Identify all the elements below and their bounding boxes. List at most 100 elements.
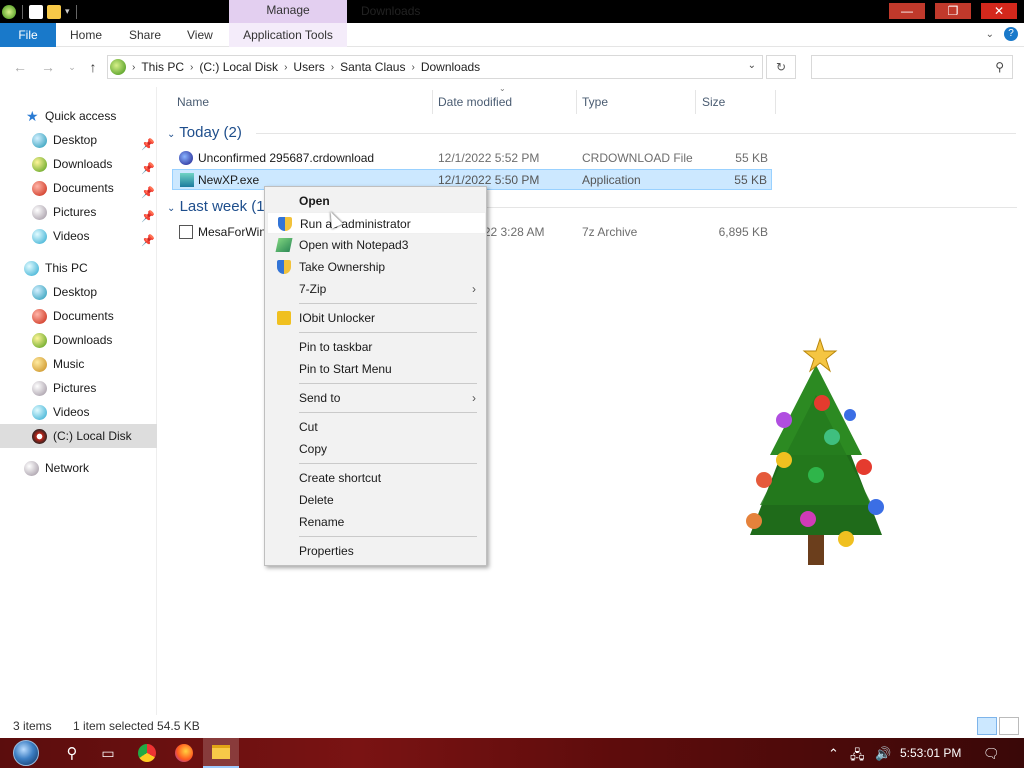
- firefox-taskbar-button[interactable]: [166, 738, 202, 768]
- nav-this-pc[interactable]: This PC: [0, 256, 157, 280]
- menu-item-run-as-administrator[interactable]: Run as administrator: [267, 212, 486, 234]
- menu-item-cut[interactable]: Cut: [267, 416, 486, 438]
- nav-label: Desktop: [53, 133, 98, 147]
- customize-qat-chevron-icon[interactable]: ▾: [65, 6, 70, 17]
- column-header-date[interactable]: Date modified: [438, 90, 512, 114]
- menu-item-rename[interactable]: Rename: [267, 511, 486, 533]
- menu-label: Run as administrator: [300, 217, 411, 231]
- close-button[interactable]: ✕: [981, 3, 1017, 19]
- menu-item-delete[interactable]: Delete: [267, 489, 486, 511]
- search-button[interactable]: ⚲: [54, 738, 90, 768]
- group-last-week[interactable]: ⌄ Last week (1): [167, 197, 270, 217]
- app-icon[interactable]: [2, 4, 16, 19]
- nav-quick-documents[interactable]: Documents 📌: [0, 176, 157, 200]
- nav-label: Videos: [53, 405, 90, 419]
- nav-label: Downloads: [53, 157, 113, 171]
- forward-arrow-icon[interactable]: →: [40, 59, 56, 75]
- menu-item-properties[interactable]: Properties: [267, 540, 486, 562]
- breadcrumb-downloads[interactable]: Downloads: [415, 60, 486, 74]
- nav-pc-music[interactable]: Music: [0, 352, 157, 376]
- group-label: Last week (1): [179, 198, 270, 215]
- large-icons-view-button[interactable]: [999, 717, 1019, 735]
- nav-pc-pictures[interactable]: Pictures: [0, 376, 157, 400]
- tab-home[interactable]: Home: [70, 23, 102, 47]
- minimize-button[interactable]: —: [889, 3, 925, 19]
- taskbar-clock[interactable]: 5:53:01 PM: [900, 738, 961, 768]
- documents-icon: [32, 181, 47, 196]
- windows-start-icon: [13, 740, 39, 766]
- address-dropdown-chevron-icon[interactable]: ⌄: [748, 60, 756, 71]
- refresh-icon: ↻: [775, 60, 787, 74]
- nav-quick-downloads[interactable]: Downloads 📌: [0, 152, 157, 176]
- address-bar[interactable]: › This PC › (C:) Local Disk › Users › Sa…: [107, 55, 763, 79]
- nav-pc-downloads[interactable]: Downloads: [0, 328, 157, 352]
- nav-quick-videos[interactable]: Videos 📌: [0, 224, 157, 248]
- properties-icon[interactable]: [29, 4, 43, 19]
- nav-pc-local-disk[interactable]: (C:) Local Disk: [0, 424, 157, 448]
- collapse-chevron-icon: ⌄: [167, 129, 176, 140]
- menu-item-pin-to-taskbar[interactable]: Pin to taskbar: [267, 336, 486, 358]
- column-header-size[interactable]: Size: [702, 90, 725, 114]
- christmas-tree-image: [746, 337, 884, 565]
- maximize-button[interactable]: ❐: [935, 3, 971, 19]
- column-header-type[interactable]: Type: [582, 90, 608, 114]
- recent-locations-chevron-icon[interactable]: ⌄: [64, 59, 80, 75]
- menu-item-take-ownership[interactable]: Take Ownership: [267, 256, 486, 278]
- manage-context-tab[interactable]: Manage: [229, 0, 347, 23]
- nav-quick-access[interactable]: ★ Quick access: [0, 104, 157, 128]
- network-tray-icon[interactable]: 🖧: [850, 746, 865, 768]
- tab-view[interactable]: View: [187, 23, 213, 47]
- help-icon[interactable]: ?: [1004, 27, 1018, 41]
- restore-icon: ❐: [947, 4, 959, 18]
- nav-quick-pictures[interactable]: Pictures 📌: [0, 200, 157, 224]
- tab-application-tools[interactable]: Application Tools: [229, 23, 347, 47]
- breadcrumb-santa-claus[interactable]: Santa Claus: [334, 60, 411, 74]
- tab-share[interactable]: Share: [129, 23, 161, 47]
- menu-item-pin-to-start[interactable]: Pin to Start Menu: [267, 358, 486, 380]
- file-explorer-taskbar-button[interactable]: [203, 738, 239, 768]
- details-view-button[interactable]: [977, 717, 997, 735]
- search-input[interactable]: ⚲: [811, 55, 1013, 79]
- menu-item-copy[interactable]: Copy: [267, 438, 486, 460]
- back-arrow-icon[interactable]: ←: [12, 59, 28, 75]
- action-center-icon[interactable]: 🗨: [983, 746, 1000, 762]
- nav-quick-desktop[interactable]: Desktop 📌: [0, 128, 157, 152]
- nav-pc-documents[interactable]: Documents: [0, 304, 157, 328]
- volume-icon[interactable]: 🔊: [875, 746, 891, 762]
- submenu-chevron-icon: ›: [472, 282, 476, 296]
- tab-file[interactable]: File: [0, 23, 56, 47]
- show-hidden-icons-chevron-icon[interactable]: ⌃: [828, 746, 839, 762]
- nav-pc-videos[interactable]: Videos: [0, 400, 157, 424]
- breadcrumb-this-pc[interactable]: This PC: [135, 60, 190, 74]
- star-icon: ★: [26, 108, 39, 124]
- menu-item-open-with-notepad3[interactable]: Open with Notepad3: [267, 234, 486, 256]
- breadcrumb-users[interactable]: Users: [287, 60, 330, 74]
- chrome-taskbar-button[interactable]: [129, 738, 165, 768]
- nav-pc-desktop[interactable]: Desktop: [0, 280, 157, 304]
- menu-item-send-to[interactable]: Send to ›: [267, 387, 486, 409]
- start-button[interactable]: [8, 738, 44, 768]
- status-selection: 1 item selected 54.5 KB: [73, 719, 200, 733]
- menu-item-open[interactable]: Open: [267, 190, 486, 212]
- new-folder-icon[interactable]: [47, 4, 61, 19]
- refresh-button[interactable]: ↻: [766, 55, 796, 79]
- breadcrumb-local-disk[interactable]: (C:) Local Disk: [193, 60, 284, 74]
- menu-item-create-shortcut[interactable]: Create shortcut: [267, 467, 486, 489]
- group-today[interactable]: ⌄ Today (2): [167, 123, 242, 143]
- downloads-icon: [32, 157, 47, 172]
- task-view-button[interactable]: ▭: [90, 738, 126, 768]
- folder-icon: [212, 745, 230, 759]
- videos-icon: [32, 405, 47, 420]
- crdownload-file-icon: [179, 151, 193, 165]
- menu-item-iobit-unlocker[interactable]: IObit Unlocker: [267, 307, 486, 329]
- menu-item-7zip[interactable]: 7-Zip ›: [267, 278, 486, 300]
- file-row[interactable]: Unconfirmed 295687.crdownload 12/1/2022 …: [172, 148, 772, 169]
- file-size: 55 KB: [735, 151, 768, 165]
- menu-label: 7-Zip: [299, 282, 327, 296]
- nav-network[interactable]: Network: [0, 456, 157, 480]
- search-icon: ⚲: [66, 745, 78, 762]
- up-arrow-icon[interactable]: ↑: [85, 59, 101, 75]
- nav-label: Videos: [53, 229, 90, 243]
- expand-ribbon-chevron-icon[interactable]: ⌄: [986, 29, 994, 40]
- column-header-name[interactable]: Name: [177, 90, 209, 114]
